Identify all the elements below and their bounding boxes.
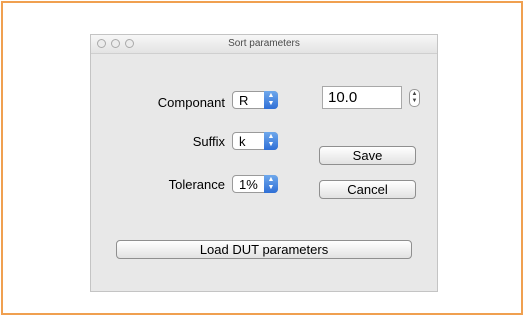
tolerance-label: Tolerance: [168, 177, 225, 192]
save-button[interactable]: Save: [319, 146, 416, 165]
window-title: Sort parameters: [228, 38, 300, 49]
load-dut-parameters-button[interactable]: Load DUT parameters: [116, 240, 412, 259]
outer-frame: Sort parameters Componant R ▲ ▼ 10.0 ▲ ▼ S…: [1, 1, 523, 315]
up-down-arrows-icon: ▲ ▼: [264, 132, 278, 150]
componant-popup-value: R: [239, 93, 249, 108]
up-down-arrows-icon: ▲ ▼: [264, 91, 278, 109]
suffix-popup-value: k: [239, 134, 246, 149]
dialog-window: Sort parameters Componant R ▲ ▼ 10.0 ▲ ▼ S…: [90, 34, 438, 292]
title-bar: Sort parameters: [91, 35, 437, 54]
componant-popup[interactable]: R ▲ ▼: [232, 91, 278, 109]
tolerance-popup-value: 1%: [239, 177, 258, 192]
value-stepper[interactable]: ▲ ▼: [409, 89, 420, 107]
suffix-label: Suffix: [192, 134, 225, 149]
cancel-button[interactable]: Cancel: [319, 180, 416, 199]
up-down-arrows-icon: ▲ ▼: [264, 175, 278, 193]
value-field[interactable]: 10.0: [322, 86, 402, 109]
componant-label: Componant: [157, 95, 225, 110]
stepper-arrows-icon: ▲ ▼: [411, 91, 418, 104]
tolerance-popup[interactable]: 1% ▲ ▼: [232, 175, 278, 193]
suffix-popup[interactable]: k ▲ ▼: [232, 132, 278, 150]
